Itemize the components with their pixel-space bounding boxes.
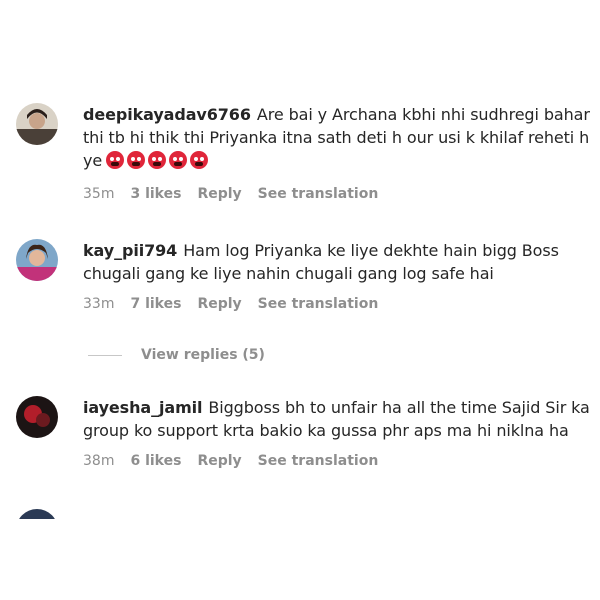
avatar[interactable] <box>16 103 58 145</box>
avatar[interactable] <box>16 509 58 519</box>
angry-face-icon <box>127 151 146 169</box>
reply-button[interactable]: Reply <box>197 453 241 469</box>
comment-username[interactable]: iayesha_jamil <box>83 398 203 417</box>
angry-face-icon <box>169 151 188 169</box>
reply-button[interactable]: Reply <box>197 296 241 312</box>
avatar[interactable] <box>16 396 58 438</box>
comment-username[interactable]: deepikayadav6766 <box>83 105 251 124</box>
avatar[interactable] <box>16 239 58 281</box>
view-replies-button[interactable]: View replies (5) <box>88 347 265 363</box>
see-translation-button[interactable]: See translation <box>258 453 379 469</box>
comment-timestamp: 38m <box>83 453 115 469</box>
comment-meta: 35m 3 likes Reply See translation <box>83 186 595 202</box>
angry-face-icon <box>190 151 209 169</box>
view-replies-label: View replies (5) <box>141 347 265 363</box>
likes-count[interactable]: 3 likes <box>130 186 181 202</box>
angry-face-icon <box>106 151 125 169</box>
emoji-group <box>106 151 211 175</box>
comments-panel: deepikayadav6766 Are bai y Archana kbhi n… <box>0 0 600 600</box>
comment-meta: 38m 6 likes Reply See translation <box>83 453 595 469</box>
angry-face-icon <box>148 151 167 169</box>
comment-meta: 33m 7 likes Reply See translation <box>83 296 595 312</box>
comment-timestamp: 33m <box>83 296 115 312</box>
likes-count[interactable]: 6 likes <box>130 453 181 469</box>
comment-username[interactable]: kay_pii794 <box>83 241 177 260</box>
comment-text-block: deepikayadav6766 Are bai y Archana kbhi n… <box>83 103 595 175</box>
see-translation-button[interactable]: See translation <box>258 296 379 312</box>
comment-timestamp: 35m <box>83 186 115 202</box>
likes-count[interactable]: 7 likes <box>130 296 181 312</box>
divider-line <box>88 354 122 356</box>
reply-button[interactable]: Reply <box>197 186 241 202</box>
comment-text-block: iayesha_jamil Biggboss bh to unfair ha al… <box>83 396 595 442</box>
see-translation-button[interactable]: See translation <box>258 186 379 202</box>
comment-text-block: kay_pii794 Ham log Priyanka ke liye dekht… <box>83 239 595 285</box>
